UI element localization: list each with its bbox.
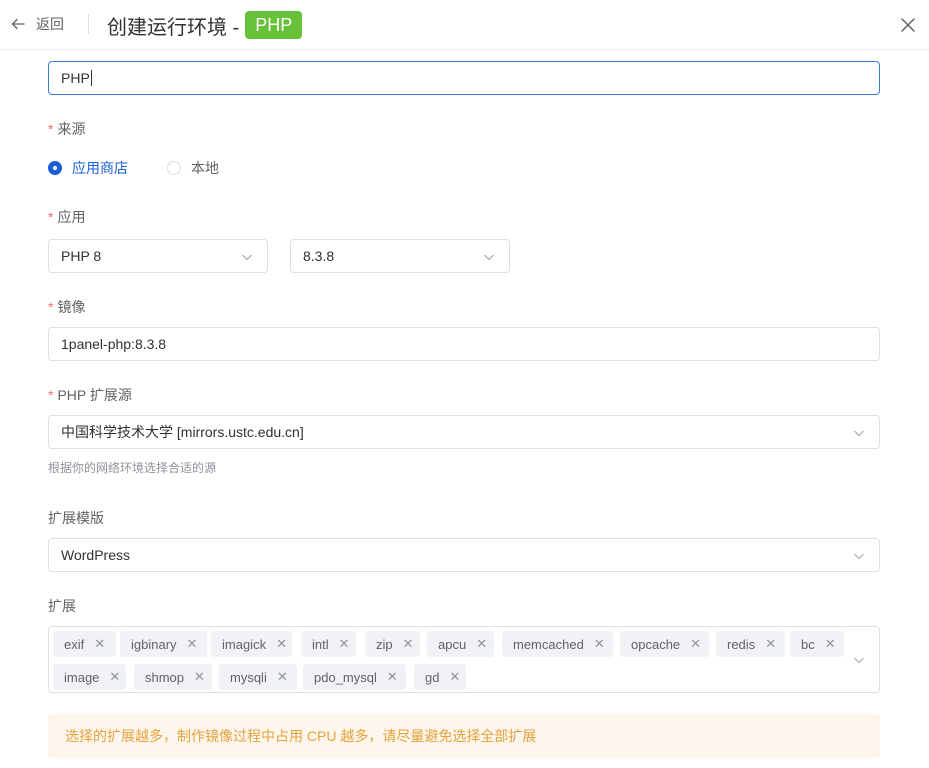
close-icon[interactable]: ✕ xyxy=(449,669,460,685)
image-input-value: 1panel-php:8.3.8 xyxy=(61,336,167,352)
close-icon[interactable]: ✕ xyxy=(594,636,605,652)
extension-tag-label: mysqli xyxy=(230,669,267,685)
extension-tag: apcu ✕ xyxy=(427,631,494,657)
extension-tag-label: igbinary xyxy=(131,636,177,652)
drawer-header: 返回 创建运行环境 - PHP xyxy=(0,0,929,50)
extension-tag: memcached ✕ xyxy=(502,631,613,657)
extensions-label: 扩展 xyxy=(48,598,76,614)
extension-tag-label: opcache xyxy=(631,636,681,652)
extension-tag-label: redis xyxy=(727,636,756,652)
warning-alert: 选择的扩展越多，制作镜像过程中占用 CPU 越多，请尽量避免选择全部扩展 xyxy=(48,714,880,758)
required-mark: * xyxy=(48,209,54,225)
ext-source-label-text: PHP 扩展源 xyxy=(57,387,132,403)
name-input-value: PHP xyxy=(61,70,90,86)
ext-source-select[interactable]: 中国科学技术大学 [mirrors.ustc.edu.cn] xyxy=(48,415,880,449)
extension-tag-label: imagick xyxy=(222,636,267,652)
radio-app-store-label: 应用商店 xyxy=(72,160,128,176)
version-select[interactable]: 8.3.8 xyxy=(290,239,510,273)
required-mark: * xyxy=(48,299,54,315)
app-label: * 应用 xyxy=(48,207,85,227)
extension-tag: shmop ✕ xyxy=(134,664,212,690)
extension-tag: igbinary ✕ xyxy=(120,631,207,657)
runtime-type-tag: PHP xyxy=(245,11,303,39)
extension-tag: bc ✕ xyxy=(790,631,844,657)
close-icon[interactable]: ✕ xyxy=(825,636,836,652)
required-mark: * xyxy=(48,387,54,403)
close-icon[interactable]: ✕ xyxy=(277,669,288,685)
header-divider xyxy=(88,14,89,34)
name-input[interactable]: PHP xyxy=(48,61,880,95)
extension-tag: intl ✕ xyxy=(301,631,356,657)
extension-tag-label: zip xyxy=(376,636,393,652)
close-icon[interactable]: ✕ xyxy=(109,669,120,685)
ext-source-help: 根据你的网络环境选择合适的源 xyxy=(48,461,217,475)
extension-tag-label: intl xyxy=(312,636,329,652)
close-icon[interactable]: ✕ xyxy=(194,669,205,685)
chevron-down-icon xyxy=(484,254,494,261)
extension-tag-label: image xyxy=(64,669,100,685)
close-icon[interactable]: ✕ xyxy=(94,636,105,652)
back-button[interactable]: 返回 xyxy=(10,12,64,36)
chevron-down-icon xyxy=(854,430,864,437)
extensions-select[interactable]: exif ✕ igbinary ✕ imagick ✕ intl ✕ zip ✕ apcu… xyxy=(48,626,880,693)
page-title: 创建运行环境 - PHP xyxy=(107,11,303,39)
version-select-value: 8.3.8 xyxy=(303,248,335,264)
extension-tag-label: bc xyxy=(801,636,815,652)
text-caret xyxy=(90,70,92,86)
close-icon[interactable]: ✕ xyxy=(339,636,350,652)
chevron-down-icon xyxy=(854,657,864,664)
extension-tag-label: apcu xyxy=(438,636,467,652)
extension-tag: imagick ✕ xyxy=(211,631,292,657)
extension-tag: mysqli ✕ xyxy=(219,664,297,690)
warning-alert-text: 选择的扩展越多，制作镜像过程中占用 CPU 越多，请尽量避免选择全部扩展 xyxy=(65,728,537,744)
ext-template-select-value: WordPress xyxy=(61,547,130,563)
close-icon[interactable]: ✕ xyxy=(476,636,487,652)
extension-tag-label: exif xyxy=(64,636,85,652)
extension-tag: opcache ✕ xyxy=(620,631,709,657)
arrow-left-icon xyxy=(11,18,25,30)
extension-tag: exif ✕ xyxy=(53,631,116,657)
close-icon[interactable] xyxy=(898,15,918,35)
page-title-text: 创建运行环境 - xyxy=(107,16,240,39)
app-label-text: 应用 xyxy=(57,209,86,225)
close-icon[interactable]: ✕ xyxy=(403,636,414,652)
app-select[interactable]: PHP 8 xyxy=(48,239,268,273)
ext-template-label: 扩展模版 xyxy=(48,510,104,526)
extension-tag: zip ✕ xyxy=(365,631,420,657)
image-label-text: 镜像 xyxy=(57,299,86,315)
app-select-value: PHP 8 xyxy=(61,248,102,264)
extension-tag-label: shmop xyxy=(145,669,185,685)
chevron-down-icon xyxy=(242,254,252,261)
ext-source-select-value: 中国科学技术大学 [mirrors.ustc.edu.cn] xyxy=(61,424,304,440)
close-icon[interactable]: ✕ xyxy=(276,636,287,652)
extension-tag: gd ✕ xyxy=(414,664,466,690)
close-icon[interactable]: ✕ xyxy=(187,636,198,652)
radio-local-label: 本地 xyxy=(191,160,219,176)
close-icon[interactable]: ✕ xyxy=(387,669,398,685)
radio-checked-icon xyxy=(48,161,62,175)
back-label: 返回 xyxy=(36,16,64,32)
radio-local[interactable]: 本地 xyxy=(167,158,219,178)
extension-tag-label: pdo_mysql xyxy=(314,669,377,685)
chevron-down-icon xyxy=(854,553,864,560)
extension-tag: pdo_mysql ✕ xyxy=(303,664,406,690)
extension-tag-label: memcached xyxy=(513,636,584,652)
radio-app-store[interactable]: 应用商店 xyxy=(48,158,128,178)
image-input[interactable]: 1panel-php:8.3.8 xyxy=(48,327,880,361)
extension-tag-label: gd xyxy=(425,669,440,685)
source-label: * 来源 xyxy=(48,119,85,139)
extension-tag: image ✕ xyxy=(53,664,126,690)
ext-template-select[interactable]: WordPress xyxy=(48,538,880,572)
required-mark: * xyxy=(48,121,54,137)
close-icon[interactable]: ✕ xyxy=(690,636,701,652)
extension-tag: redis ✕ xyxy=(716,631,785,657)
source-label-text: 来源 xyxy=(57,121,86,137)
close-icon[interactable]: ✕ xyxy=(765,636,776,652)
radio-unchecked-icon xyxy=(167,161,181,175)
image-label: * 镜像 xyxy=(48,297,85,317)
ext-source-label: * PHP 扩展源 xyxy=(48,385,132,405)
